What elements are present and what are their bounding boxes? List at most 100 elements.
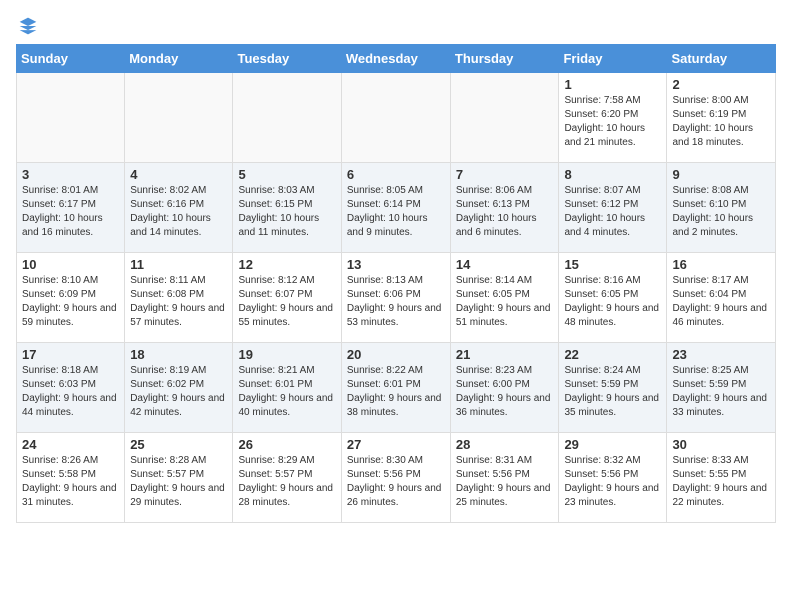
calendar-day-cell	[450, 73, 559, 163]
day-info: Sunrise: 8:05 AM Sunset: 6:14 PM Dayligh…	[347, 184, 445, 240]
day-info: Sunrise: 8:16 AM Sunset: 6:05 PM Dayligh…	[564, 274, 661, 330]
day-number: 23	[672, 347, 770, 362]
day-info: Sunrise: 8:02 AM Sunset: 6:16 PM Dayligh…	[130, 184, 227, 240]
calendar-day-cell: 27 Sunrise: 8:30 AM Sunset: 5:56 PM Dayli…	[341, 433, 450, 523]
weekday-header: Thursday	[450, 45, 559, 73]
calendar-day-cell: 20 Sunrise: 8:22 AM Sunset: 6:01 PM Dayli…	[341, 343, 450, 433]
calendar-week-row: 1 Sunrise: 7:58 AM Sunset: 6:20 PM Daylig…	[17, 73, 776, 163]
calendar-day-cell: 17 Sunrise: 8:18 AM Sunset: 6:03 PM Dayli…	[17, 343, 125, 433]
calendar-header-row: SundayMondayTuesdayWednesdayThursdayFrid…	[17, 45, 776, 73]
day-info: Sunrise: 8:24 AM Sunset: 5:59 PM Dayligh…	[564, 364, 661, 420]
calendar-day-cell: 1 Sunrise: 7:58 AM Sunset: 6:20 PM Daylig…	[559, 73, 667, 163]
day-info: Sunrise: 8:19 AM Sunset: 6:02 PM Dayligh…	[130, 364, 227, 420]
calendar-table: SundayMondayTuesdayWednesdayThursdayFrid…	[16, 44, 776, 523]
calendar-day-cell: 26 Sunrise: 8:29 AM Sunset: 5:57 PM Dayli…	[233, 433, 341, 523]
day-number: 6	[347, 167, 445, 182]
calendar-day-cell: 24 Sunrise: 8:26 AM Sunset: 5:58 PM Dayli…	[17, 433, 125, 523]
day-info: Sunrise: 8:31 AM Sunset: 5:56 PM Dayligh…	[456, 454, 554, 510]
weekday-header: Friday	[559, 45, 667, 73]
calendar-day-cell: 9 Sunrise: 8:08 AM Sunset: 6:10 PM Daylig…	[667, 163, 776, 253]
day-number: 3	[22, 167, 119, 182]
day-info: Sunrise: 8:25 AM Sunset: 5:59 PM Dayligh…	[672, 364, 770, 420]
day-number: 1	[564, 77, 661, 92]
day-info: Sunrise: 8:17 AM Sunset: 6:04 PM Dayligh…	[672, 274, 770, 330]
day-info: Sunrise: 8:21 AM Sunset: 6:01 PM Dayligh…	[238, 364, 335, 420]
day-number: 14	[456, 257, 554, 272]
day-info: Sunrise: 8:07 AM Sunset: 6:12 PM Dayligh…	[564, 184, 661, 240]
day-number: 13	[347, 257, 445, 272]
day-info: Sunrise: 7:58 AM Sunset: 6:20 PM Dayligh…	[564, 94, 661, 150]
calendar-week-row: 24 Sunrise: 8:26 AM Sunset: 5:58 PM Dayli…	[17, 433, 776, 523]
day-number: 22	[564, 347, 661, 362]
page-header	[16, 16, 776, 36]
weekday-header: Sunday	[17, 45, 125, 73]
day-info: Sunrise: 8:26 AM Sunset: 5:58 PM Dayligh…	[22, 454, 119, 510]
calendar-day-cell: 18 Sunrise: 8:19 AM Sunset: 6:02 PM Dayli…	[125, 343, 233, 433]
day-info: Sunrise: 8:29 AM Sunset: 5:57 PM Dayligh…	[238, 454, 335, 510]
day-info: Sunrise: 8:10 AM Sunset: 6:09 PM Dayligh…	[22, 274, 119, 330]
day-info: Sunrise: 8:22 AM Sunset: 6:01 PM Dayligh…	[347, 364, 445, 420]
day-number: 9	[672, 167, 770, 182]
day-number: 16	[672, 257, 770, 272]
weekday-header: Wednesday	[341, 45, 450, 73]
calendar-day-cell: 21Sunrise: 8:23 AM Sunset: 6:00 PM Dayli…	[450, 343, 559, 433]
day-number: 17	[22, 347, 119, 362]
weekday-header: Monday	[125, 45, 233, 73]
day-info: Sunrise: 8:11 AM Sunset: 6:08 PM Dayligh…	[130, 274, 227, 330]
day-number: 25	[130, 437, 227, 452]
calendar-day-cell: 3 Sunrise: 8:01 AM Sunset: 6:17 PM Daylig…	[17, 163, 125, 253]
calendar-day-cell: 8Sunrise: 8:07 AM Sunset: 6:12 PM Daylig…	[559, 163, 667, 253]
logo	[16, 16, 38, 36]
day-number: 30	[672, 437, 770, 452]
day-number: 26	[238, 437, 335, 452]
calendar-day-cell: 22 Sunrise: 8:24 AM Sunset: 5:59 PM Dayli…	[559, 343, 667, 433]
day-number: 15	[564, 257, 661, 272]
day-info: Sunrise: 8:18 AM Sunset: 6:03 PM Dayligh…	[22, 364, 119, 420]
calendar-day-cell	[233, 73, 341, 163]
day-number: 18	[130, 347, 227, 362]
day-info: Sunrise: 8:30 AM Sunset: 5:56 PM Dayligh…	[347, 454, 445, 510]
calendar-day-cell: 23 Sunrise: 8:25 AM Sunset: 5:59 PM Dayli…	[667, 343, 776, 433]
calendar-day-cell: 25 Sunrise: 8:28 AM Sunset: 5:57 PM Dayli…	[125, 433, 233, 523]
day-info: Sunrise: 8:28 AM Sunset: 5:57 PM Dayligh…	[130, 454, 227, 510]
day-number: 28	[456, 437, 554, 452]
logo-icon	[18, 16, 38, 36]
day-number: 24	[22, 437, 119, 452]
calendar-day-cell: 29Sunrise: 8:32 AM Sunset: 5:56 PM Dayli…	[559, 433, 667, 523]
day-info: Sunrise: 8:06 AM Sunset: 6:13 PM Dayligh…	[456, 184, 554, 240]
calendar-day-cell	[17, 73, 125, 163]
calendar-day-cell: 6 Sunrise: 8:05 AM Sunset: 6:14 PM Daylig…	[341, 163, 450, 253]
calendar-day-cell	[341, 73, 450, 163]
day-number: 10	[22, 257, 119, 272]
calendar-day-cell: 12Sunrise: 8:12 AM Sunset: 6:07 PM Dayli…	[233, 253, 341, 343]
calendar-day-cell: 5Sunrise: 8:03 AM Sunset: 6:15 PM Daylig…	[233, 163, 341, 253]
calendar-week-row: 3 Sunrise: 8:01 AM Sunset: 6:17 PM Daylig…	[17, 163, 776, 253]
day-info: Sunrise: 8:33 AM Sunset: 5:55 PM Dayligh…	[672, 454, 770, 510]
day-info: Sunrise: 8:01 AM Sunset: 6:17 PM Dayligh…	[22, 184, 119, 240]
calendar-day-cell: 10 Sunrise: 8:10 AM Sunset: 6:09 PM Dayli…	[17, 253, 125, 343]
calendar-day-cell: 16 Sunrise: 8:17 AM Sunset: 6:04 PM Dayli…	[667, 253, 776, 343]
day-info: Sunrise: 8:14 AM Sunset: 6:05 PM Dayligh…	[456, 274, 554, 330]
day-number: 12	[238, 257, 335, 272]
day-info: Sunrise: 8:08 AM Sunset: 6:10 PM Dayligh…	[672, 184, 770, 240]
calendar-day-cell: 2Sunrise: 8:00 AM Sunset: 6:19 PM Daylig…	[667, 73, 776, 163]
calendar-week-row: 10 Sunrise: 8:10 AM Sunset: 6:09 PM Dayli…	[17, 253, 776, 343]
weekday-header: Saturday	[667, 45, 776, 73]
calendar-day-cell: 28 Sunrise: 8:31 AM Sunset: 5:56 PM Dayli…	[450, 433, 559, 523]
day-number: 11	[130, 257, 227, 272]
day-info: Sunrise: 8:13 AM Sunset: 6:06 PM Dayligh…	[347, 274, 445, 330]
day-number: 5	[238, 167, 335, 182]
calendar-day-cell: 15 Sunrise: 8:16 AM Sunset: 6:05 PM Dayli…	[559, 253, 667, 343]
day-number: 20	[347, 347, 445, 362]
calendar-day-cell: 13 Sunrise: 8:13 AM Sunset: 6:06 PM Dayli…	[341, 253, 450, 343]
calendar-week-row: 17 Sunrise: 8:18 AM Sunset: 6:03 PM Dayli…	[17, 343, 776, 433]
calendar-day-cell: 11 Sunrise: 8:11 AM Sunset: 6:08 PM Dayli…	[125, 253, 233, 343]
day-number: 21	[456, 347, 554, 362]
calendar-day-cell: 19 Sunrise: 8:21 AM Sunset: 6:01 PM Dayli…	[233, 343, 341, 433]
day-number: 19	[238, 347, 335, 362]
day-number: 4	[130, 167, 227, 182]
day-info: Sunrise: 8:00 AM Sunset: 6:19 PM Dayligh…	[672, 94, 770, 150]
calendar-day-cell: 4 Sunrise: 8:02 AM Sunset: 6:16 PM Daylig…	[125, 163, 233, 253]
calendar-day-cell: 30 Sunrise: 8:33 AM Sunset: 5:55 PM Dayli…	[667, 433, 776, 523]
day-number: 27	[347, 437, 445, 452]
